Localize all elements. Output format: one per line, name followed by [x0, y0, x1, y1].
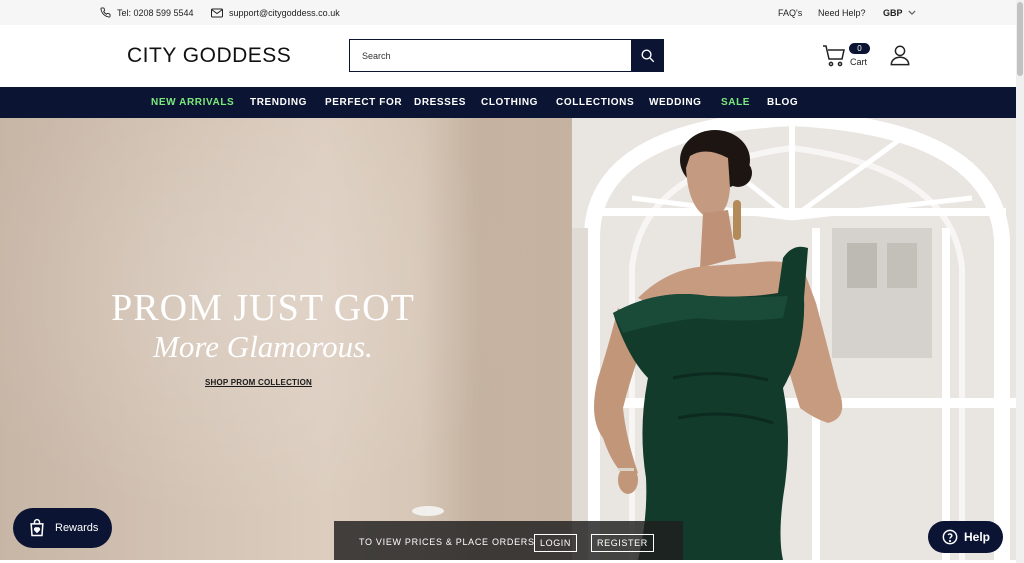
help-label: Help: [964, 530, 991, 544]
user-icon: [890, 45, 910, 66]
currency-label: GBP: [883, 7, 903, 18]
nav-sale[interactable]: SALE: [721, 87, 750, 118]
nav-wedding[interactable]: WEDDING: [649, 87, 702, 118]
site-header: CITY GODDESS 0 Cart: [0, 25, 1016, 87]
nav-blog[interactable]: BLOG: [767, 87, 798, 118]
login-prompt-banner: TO VIEW PRICES & PLACE ORDERS LOGIN REGI…: [334, 521, 683, 563]
rewards-button[interactable]: Rewards: [13, 508, 112, 548]
shop-prom-collection-link[interactable]: SHOP PROM COLLECTION: [205, 378, 312, 387]
email-text: support@citygoddess.co.uk: [229, 7, 340, 18]
nav-new-arrivals[interactable]: NEW ARRIVALS: [151, 87, 234, 118]
rewards-label: Rewards: [55, 522, 99, 534]
search-button[interactable]: [631, 40, 663, 71]
nav-dresses[interactable]: DRESSES: [414, 87, 466, 118]
email-contact[interactable]: support@citygoddess.co.uk: [211, 0, 340, 25]
cart-button[interactable]: 0 Cart: [822, 42, 872, 70]
main-navigation: NEW ARRIVALS TRENDING PERFECT FOR DRESSE…: [0, 87, 1016, 118]
chevron-down-icon: [907, 10, 916, 15]
cart-label: Cart: [850, 57, 868, 67]
phone-icon: [100, 7, 111, 18]
mail-icon: [211, 8, 223, 17]
scrollbar[interactable]: [1016, 0, 1024, 563]
help-question-icon: [942, 529, 958, 545]
top-utility-bar: Tel: 0208 599 5544 support@citygoddess.c…: [0, 0, 1016, 25]
scrollbar-thumb[interactable]: [1017, 2, 1023, 76]
account-button[interactable]: [889, 44, 911, 66]
cart-count-badge: 0: [849, 43, 870, 54]
search-icon: [641, 49, 654, 63]
faq-link[interactable]: FAQ's: [778, 0, 802, 25]
cart-icon: [823, 45, 845, 67]
nav-perfect-for[interactable]: PERFECT FOR: [325, 87, 402, 118]
rewards-bag-icon: [30, 518, 44, 537]
login-prompt-message: TO VIEW PRICES & PLACE ORDERS: [359, 537, 535, 547]
need-help-link[interactable]: Need Help?: [818, 0, 866, 25]
search-input[interactable]: [350, 40, 631, 71]
hero-pillar: [420, 118, 570, 560]
hero-title: PROM JUST GOT: [111, 287, 415, 329]
hero-model-image: [594, 130, 843, 560]
hero-banner[interactable]: PROM JUST GOT More Glamorous. SHOP PROM …: [0, 118, 1016, 560]
hero-candle: [412, 506, 444, 516]
search-bar: [349, 39, 664, 72]
help-button[interactable]: Help: [928, 521, 1003, 553]
hero-subtitle: More Glamorous.: [153, 329, 373, 364]
currency-selector[interactable]: GBP: [883, 0, 916, 25]
nav-trending[interactable]: TRENDING: [250, 87, 307, 118]
login-button[interactable]: LOGIN: [534, 534, 578, 552]
register-button[interactable]: REGISTER: [591, 534, 654, 552]
nav-collections[interactable]: COLLECTIONS: [556, 87, 634, 118]
phone-text: Tel: 0208 599 5544: [117, 7, 194, 18]
page: Tel: 0208 599 5544 support@citygoddess.c…: [0, 0, 1024, 563]
site-logo[interactable]: CITY GODDESS: [127, 44, 291, 68]
nav-clothing[interactable]: CLOTHING: [481, 87, 538, 118]
phone-contact[interactable]: Tel: 0208 599 5544: [100, 0, 194, 25]
